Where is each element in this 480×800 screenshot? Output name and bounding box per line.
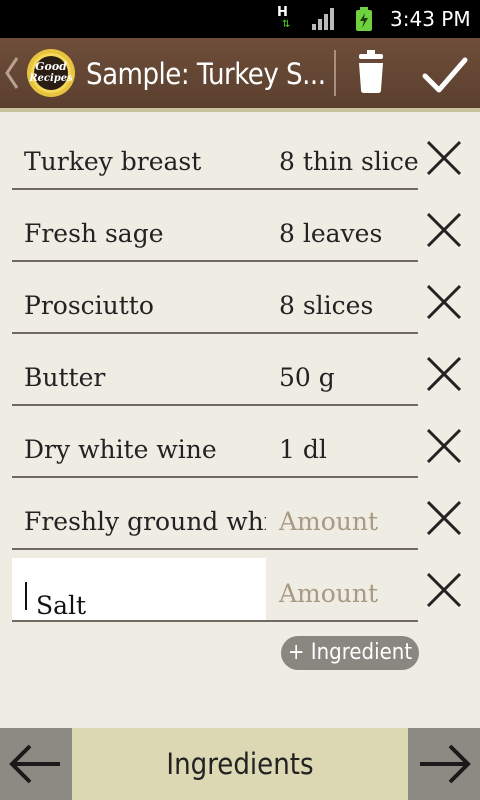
- ingredient-name-text: Freshly ground whi: [24, 507, 266, 536]
- ingredient-name-text: Salt: [36, 591, 87, 620]
- signal-bars-icon: [312, 8, 334, 30]
- ingredient-name-text: Dry white wine: [24, 435, 217, 464]
- ingredient-amount-text: 50 g: [279, 363, 335, 392]
- ingredient-amount-placeholder: Amount: [279, 507, 379, 536]
- remove-ingredient-icon[interactable]: [424, 138, 464, 178]
- ingredient-name-text: Fresh sage: [24, 219, 164, 248]
- ingredient-row: Butter 50 g: [0, 342, 480, 414]
- text-cursor: [25, 581, 27, 610]
- ingredient-name-field[interactable]: Freshly ground whi: [12, 486, 266, 550]
- ingredient-amount-text: 8 slices: [279, 291, 374, 320]
- ingredient-row: Fresh sage 8 leaves: [0, 198, 480, 270]
- ingredient-amount-field[interactable]: 1 dl: [266, 414, 418, 478]
- ingredient-amount-text: 8 leaves: [279, 219, 383, 248]
- arrow-right-icon[interactable]: [410, 728, 480, 800]
- ingredient-amount-text: 1 dl: [279, 435, 327, 464]
- section-tab-ingredients[interactable]: Ingredients: [72, 728, 408, 800]
- action-bar: Good Recipes Sample: Turkey S...: [0, 38, 480, 112]
- network-activity-icon: ⇅: [282, 19, 291, 30]
- remove-ingredient-icon[interactable]: [424, 498, 464, 538]
- ingredient-name-field[interactable]: Butter: [12, 342, 266, 406]
- app-logo[interactable]: Good Recipes: [24, 48, 78, 98]
- ingredient-name-field[interactable]: Fresh sage: [12, 198, 266, 262]
- chevron-left-icon[interactable]: [3, 54, 21, 92]
- remove-ingredient-icon[interactable]: [424, 282, 464, 322]
- ingredient-amount-text: 8 thin slices: [279, 147, 418, 176]
- status-bar: H ⇅ 3:43 PM: [0, 0, 480, 38]
- ingredient-row: Turkey breast 8 thin slices: [0, 126, 480, 198]
- ingredient-amount-field[interactable]: 8 leaves: [266, 198, 418, 262]
- check-icon[interactable]: [415, 46, 475, 102]
- ingredient-row: Prosciutto 8 slices: [0, 270, 480, 342]
- ingredient-row: Dry white wine 1 dl: [0, 414, 480, 486]
- arrow-left-icon[interactable]: [0, 728, 70, 800]
- remove-ingredient-icon[interactable]: [424, 426, 464, 466]
- remove-ingredient-icon[interactable]: [424, 570, 464, 610]
- ingredient-amount-field[interactable]: Amount: [266, 558, 418, 622]
- ingredient-name-field[interactable]: Turkey breast: [12, 126, 266, 190]
- ingredient-amount-field[interactable]: 8 thin slices: [266, 126, 418, 190]
- bottom-navigation: Ingredients: [0, 728, 480, 800]
- ingredient-amount-field[interactable]: 8 slices: [266, 270, 418, 334]
- ingredient-amount-field[interactable]: 50 g: [266, 342, 418, 406]
- battery-charging-icon: [356, 7, 372, 31]
- ingredient-row: Salt Amount: [0, 558, 480, 630]
- ingredient-amount-field[interactable]: Amount: [266, 486, 418, 550]
- add-ingredient-button[interactable]: + Ingredient: [281, 636, 419, 670]
- remove-ingredient-icon[interactable]: [424, 354, 464, 394]
- logo-text-good: Good: [35, 60, 67, 73]
- ingredient-name-text: Butter: [24, 363, 106, 392]
- ingredient-name-text: Prosciutto: [24, 291, 154, 320]
- ingredient-name-field[interactable]: Prosciutto: [12, 270, 266, 334]
- ingredient-name-field[interactable]: Dry white wine: [12, 414, 266, 478]
- ingredient-amount-placeholder: Amount: [279, 579, 379, 608]
- action-bar-divider: [334, 50, 336, 96]
- ingredient-name-field-focused[interactable]: Salt: [12, 558, 266, 622]
- network-type-label: H: [277, 5, 288, 20]
- ingredient-row: Freshly ground whi Amount: [0, 486, 480, 558]
- recipe-title: Sample: Turkey S...: [86, 57, 326, 91]
- status-time: 3:43 PM: [390, 7, 471, 31]
- logo-text-recipes: Recipes: [28, 73, 73, 84]
- remove-ingredient-icon[interactable]: [424, 210, 464, 250]
- ingredient-name-text: Turkey breast: [24, 147, 202, 176]
- trash-icon[interactable]: [345, 46, 397, 102]
